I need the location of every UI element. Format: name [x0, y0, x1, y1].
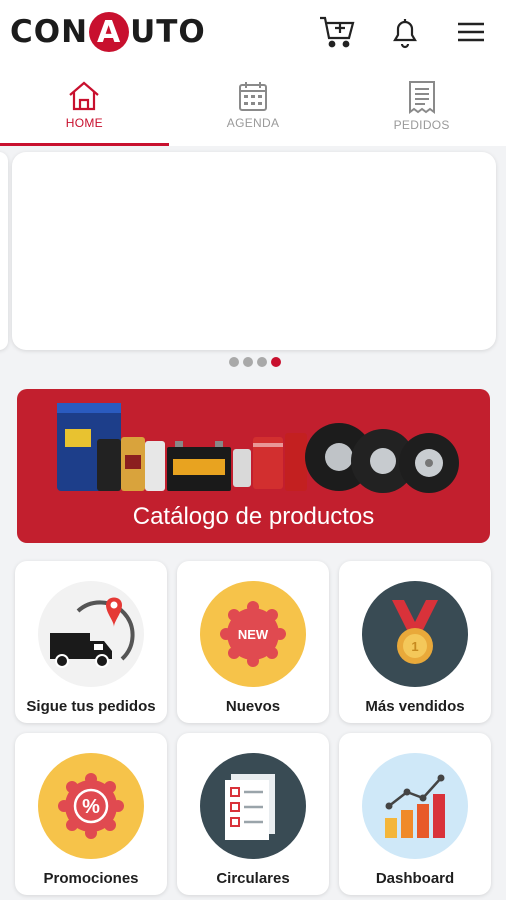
calendar-icon	[239, 82, 267, 111]
bell-icon[interactable]	[385, 12, 425, 52]
tab-pedidos[interactable]: PEDIDOS	[337, 64, 506, 146]
medal-icon: 1	[362, 581, 468, 687]
auto-products-illustration	[57, 403, 459, 493]
menu-icon[interactable]	[451, 12, 491, 52]
menu-card-circulares[interactable]: Circulares	[177, 733, 329, 895]
menu-card-label: Sigue tus pedidos	[26, 698, 156, 715]
menu-card-label: Circulares	[216, 870, 290, 887]
home-icon	[69, 81, 100, 111]
menu-card-label: Dashboard	[375, 870, 455, 887]
menu-card-nuevos[interactable]: NEW Nuevos	[177, 561, 329, 723]
tab-home-label: HOME	[65, 116, 103, 130]
tab-agenda-label: AGENDA	[226, 116, 280, 130]
logo-text-left: CON	[10, 14, 89, 50]
menu-card-dashboard[interactable]: Dashboard	[339, 733, 491, 895]
svg-text:%: %	[82, 796, 100, 818]
menu-card-sigue-tus-pedidos[interactable]: Sigue tus pedidos	[15, 561, 167, 723]
carousel-dot[interactable]	[257, 357, 267, 367]
carousel-prev-card[interactable]	[0, 152, 8, 350]
conauto-logo[interactable]: CON A UTO	[10, 10, 206, 54]
percent-badge-icon: %	[38, 753, 144, 859]
menu-card-label: Promociones	[43, 870, 139, 887]
carousel-pagination	[229, 357, 281, 367]
bar-chart-icon	[362, 753, 468, 859]
logo-text-right: UTO	[130, 14, 206, 50]
app-header: CON A UTO	[0, 0, 506, 64]
carousel-card[interactable]	[12, 152, 496, 350]
menu-card-label: Nuevos	[225, 698, 281, 715]
tab-home[interactable]: HOME	[0, 64, 169, 146]
new-badge-icon: NEW	[200, 581, 306, 687]
svg-text:NEW: NEW	[238, 627, 269, 642]
receipt-icon	[408, 81, 435, 114]
logo-badge: A	[89, 12, 130, 52]
catalog-banner[interactable]: Catálogo de productos	[17, 389, 490, 543]
carousel-dot-active[interactable]	[271, 357, 281, 367]
menu-card-mas-vendidos[interactable]: 1 Más vendidos	[339, 561, 491, 723]
carousel-dot[interactable]	[229, 357, 239, 367]
catalog-title: Catálogo de productos	[132, 503, 375, 530]
menu-card-label: Más vendidos	[365, 698, 465, 715]
svg-text:1: 1	[411, 639, 418, 654]
tab-pedidos-label: PEDIDOS	[393, 118, 450, 132]
carousel-dot[interactable]	[243, 357, 253, 367]
cart-icon[interactable]	[317, 12, 357, 52]
menu-card-promociones[interactable]: % Promociones	[15, 733, 167, 895]
checklist-icon	[200, 753, 306, 859]
tab-bar: HOME AGENDA PEDIDOS	[0, 64, 506, 146]
tab-agenda[interactable]: AGENDA	[169, 64, 338, 146]
delivery-truck-icon	[38, 581, 144, 687]
